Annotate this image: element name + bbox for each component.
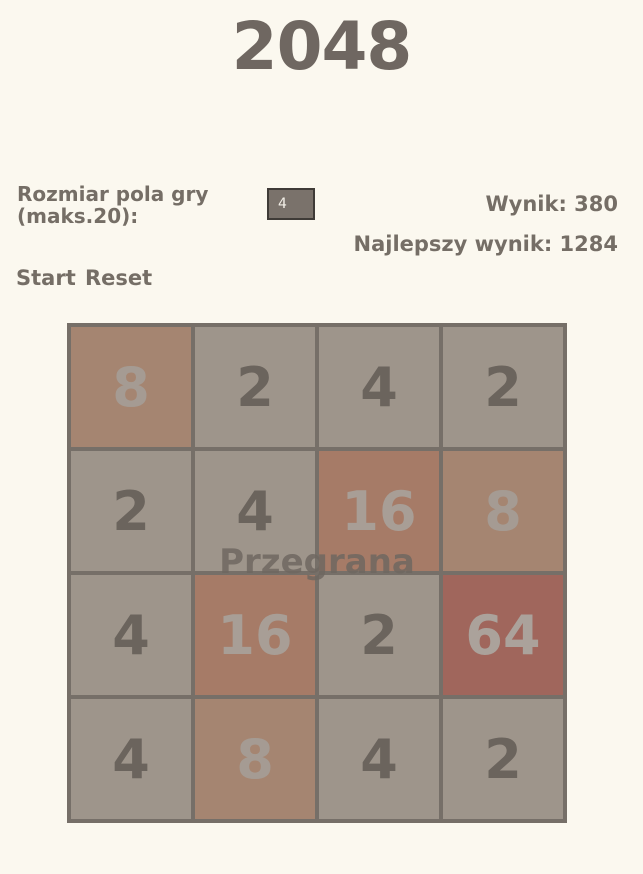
tile-r3-c3: 2 <box>319 575 439 695</box>
best-score-display: Najlepszy wynik: 1284 <box>353 232 619 256</box>
tile-r4-c3: 4 <box>319 699 439 819</box>
tile-r4-c1: 4 <box>71 699 191 819</box>
tile-r1-c4: 2 <box>443 327 563 447</box>
game-board[interactable]: 8 2 4 2 2 4 16 8 4 16 2 64 4 8 4 2 <box>67 323 567 823</box>
tile-r2-c3: 16 <box>319 451 439 571</box>
tile-r1-c3: 4 <box>319 327 439 447</box>
tile-r4-c4: 2 <box>443 699 563 819</box>
start-button[interactable]: Start <box>16 266 76 290</box>
tile-r1-c2: 2 <box>195 327 315 447</box>
tile-r3-c1: 4 <box>71 575 191 695</box>
game-title: 2048 <box>231 8 413 85</box>
tile-r2-c4: 8 <box>443 451 563 571</box>
tile-r3-c2: 16 <box>195 575 315 695</box>
tile-r2-c1: 2 <box>71 451 191 571</box>
tile-r1-c1: 8 <box>71 327 191 447</box>
board-size-label: Rozmiar pola gry (maks.20): <box>17 182 209 228</box>
tile-r2-c2: 4 <box>195 451 315 571</box>
tile-r3-c4: 64 <box>443 575 563 695</box>
reset-button[interactable]: Reset <box>85 266 152 290</box>
score-display: Wynik: 380 <box>485 192 618 216</box>
tile-r4-c2: 8 <box>195 699 315 819</box>
board-size-input[interactable] <box>267 188 315 220</box>
game-page: 2048 Rozmiar pola gry (maks.20): Wynik: … <box>0 0 643 874</box>
